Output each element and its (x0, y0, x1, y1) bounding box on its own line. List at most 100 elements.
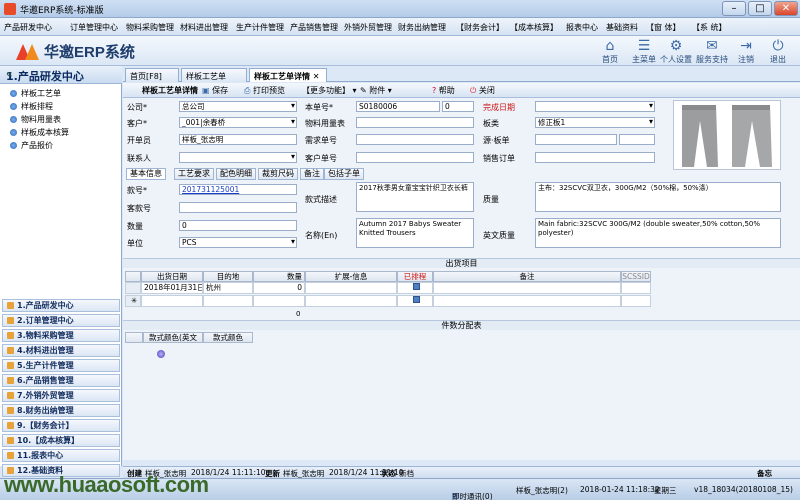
help-button[interactable]: ? 帮助 (432, 85, 455, 96)
new-row-cell[interactable] (621, 295, 651, 307)
new-row-cell[interactable] (141, 295, 203, 307)
tab-home[interactable]: 首页[F8] (125, 68, 179, 82)
quantity-cell[interactable]: 0 (253, 282, 305, 294)
subtab-process-requirements[interactable]: 工艺要求 (174, 168, 214, 180)
doc-no-field[interactable]: S0180006 (356, 101, 440, 112)
product-photo[interactable] (673, 100, 781, 170)
customer-select[interactable]: _001|余春桥 (179, 117, 297, 128)
subtab-child-orders[interactable]: 包括子单 (324, 168, 364, 180)
subtab-color-details[interactable]: 配色明细 (216, 168, 256, 180)
menu-item[interactable]: 产品销售管理 (290, 22, 338, 33)
nav-module[interactable]: 11.报表中心 (2, 449, 120, 462)
new-row-marker[interactable]: ✳ (125, 295, 141, 307)
attachment-button[interactable]: ✎ 附件 ▾ (360, 85, 392, 96)
column-header[interactable]: 出货日期 (141, 271, 203, 282)
nav-module[interactable]: 10.【成本核算】 (2, 434, 120, 447)
menu-item[interactable]: 物料采购管理 (126, 22, 174, 33)
menu-item[interactable]: 【窗 体】 (646, 22, 681, 33)
style-no-field[interactable]: 201731125001 (179, 184, 297, 195)
close-button[interactable]: ⏻ 关闭 (470, 85, 495, 96)
sales-order-field[interactable] (535, 152, 655, 163)
close-tab-icon[interactable]: ✕ (313, 72, 320, 81)
column-header[interactable]: 数量 (253, 271, 305, 282)
column-header[interactable]: 款式颜色 (203, 332, 253, 343)
destination-cell[interactable]: 杭州 (203, 282, 253, 294)
new-row-cell[interactable] (253, 295, 305, 307)
nav-module[interactable]: 2.订单管理中心 (2, 314, 120, 327)
menu-item[interactable]: 财务出纳管理 (398, 22, 446, 33)
menu-item[interactable]: 产品研发中心 (4, 22, 52, 33)
sidebar-item-sample-cost[interactable]: 样板成本核算 (10, 127, 69, 138)
material-usage-field[interactable] (356, 117, 474, 128)
ship-date-cell[interactable]: 2018年01月31日 (141, 282, 203, 294)
quality-en-field[interactable]: Main fabric:32SCVC 300G/M2 (double sweat… (535, 218, 781, 248)
row-selector[interactable] (125, 282, 141, 294)
board-type-select[interactable]: 修正板1 (535, 117, 655, 128)
unit-select[interactable]: PCS (179, 237, 297, 248)
customer-order-field[interactable] (356, 152, 474, 163)
contact-select[interactable] (179, 152, 297, 163)
nav-module[interactable]: 6.产品销售管理 (2, 374, 120, 387)
column-header[interactable]: SCSSID (621, 271, 651, 282)
source-extra[interactable] (619, 134, 655, 145)
column-header[interactable]: 款式颜色(英文 (143, 332, 203, 343)
name-en-field[interactable]: Autumn 2017 Babys Sweater Knitted Trouse… (356, 218, 474, 248)
ext-info-cell[interactable] (305, 282, 397, 294)
nav-module[interactable]: 3.物料采购管理 (2, 329, 120, 342)
subtab-cut-sizes[interactable]: 裁剪尺码 (258, 168, 298, 180)
guest-style-field[interactable] (179, 202, 297, 213)
sidebar-item-sample-process[interactable]: 样板工艺单 (10, 88, 61, 99)
new-row-cell[interactable] (203, 295, 253, 307)
tab-sample-process[interactable]: 样板工艺单 (181, 68, 247, 82)
subtab-basic-info[interactable]: 基本信息 (126, 168, 166, 180)
print-preview-button[interactable]: ⎙ 打印预览 (244, 85, 285, 96)
menu-item[interactable]: 订单管理中心 (70, 22, 118, 33)
menu-item[interactable]: 生产计件管理 (236, 22, 284, 33)
new-row-cell[interactable] (305, 295, 397, 307)
column-header[interactable]: 已排程 (397, 271, 433, 282)
maximize-button[interactable]: □ (748, 1, 772, 16)
nav-module[interactable]: 4.材料进出管理 (2, 344, 120, 357)
menu-item[interactable]: 外销外贸管理 (344, 22, 392, 33)
sidebar-item-material-usage[interactable]: 物料用量表 (10, 114, 61, 125)
sidebar-item-sample-schedule[interactable]: 样板排程 (10, 101, 53, 112)
nav-module[interactable]: 1.产品研发中心 (2, 299, 120, 312)
column-header[interactable]: 备注 (433, 271, 621, 282)
menu-item[interactable]: 基础资料 (606, 22, 638, 33)
creator-field[interactable]: 样板_张志明 (179, 134, 297, 145)
subtab-remarks[interactable]: 备注 (300, 168, 324, 180)
quality-field[interactable]: 主布：32SCVC双卫衣，300G/M2（50%棉，50%涤） (535, 182, 781, 212)
scheduled-checkbox[interactable] (397, 282, 433, 294)
nav-module[interactable]: 9.【财务会计】 (2, 419, 120, 432)
minimize-button[interactable]: – (722, 1, 746, 16)
close-window-button[interactable]: ✕ (774, 1, 798, 16)
source-field[interactable] (535, 134, 617, 145)
personal-settings-button[interactable]: ⚙ 个人设置 (656, 38, 696, 65)
sidebar-item-quotation[interactable]: 产品报价 (10, 140, 53, 151)
exit-button[interactable]: ⏻ 退出 (758, 38, 798, 65)
nav-module[interactable]: 8.财务出纳管理 (2, 404, 120, 417)
demand-no-field[interactable] (356, 134, 474, 145)
nav-module[interactable]: 7.外销外贸管理 (2, 389, 120, 402)
style-desc-field[interactable]: 2017秋季男女童宝宝针织卫衣长裤 (356, 182, 474, 212)
company-select[interactable]: 总公司 (179, 101, 297, 112)
menu-item[interactable]: 报表中心 (566, 22, 598, 33)
collapse-icon[interactable]: « (6, 69, 119, 80)
doc-no-extra[interactable]: 0 (442, 101, 474, 112)
done-date-field[interactable] (535, 101, 655, 112)
tab-sample-process-detail[interactable]: 样板工艺单详情 ✕ (249, 68, 327, 82)
scssid-cell[interactable] (621, 282, 651, 294)
new-row-cell[interactable] (433, 295, 621, 307)
more-functions-button[interactable]: 【更多功能】 ▾ (302, 85, 357, 96)
menu-item[interactable]: 【成本核算】 (510, 22, 558, 33)
save-button[interactable]: ▣ 保存 (202, 85, 228, 96)
menu-item[interactable]: 【财务会计】 (456, 22, 504, 33)
menu-item[interactable]: 【系 统】 (692, 22, 727, 33)
remark-cell[interactable] (433, 282, 621, 294)
column-header[interactable]: 扩展-信息 (305, 271, 397, 282)
quantity-field[interactable]: 0 (179, 220, 297, 231)
menu-item[interactable]: 材料进出管理 (180, 22, 228, 33)
new-row-checkbox[interactable] (397, 295, 433, 307)
nav-module[interactable]: 5.生产计件管理 (2, 359, 120, 372)
column-header[interactable]: 目的地 (203, 271, 253, 282)
